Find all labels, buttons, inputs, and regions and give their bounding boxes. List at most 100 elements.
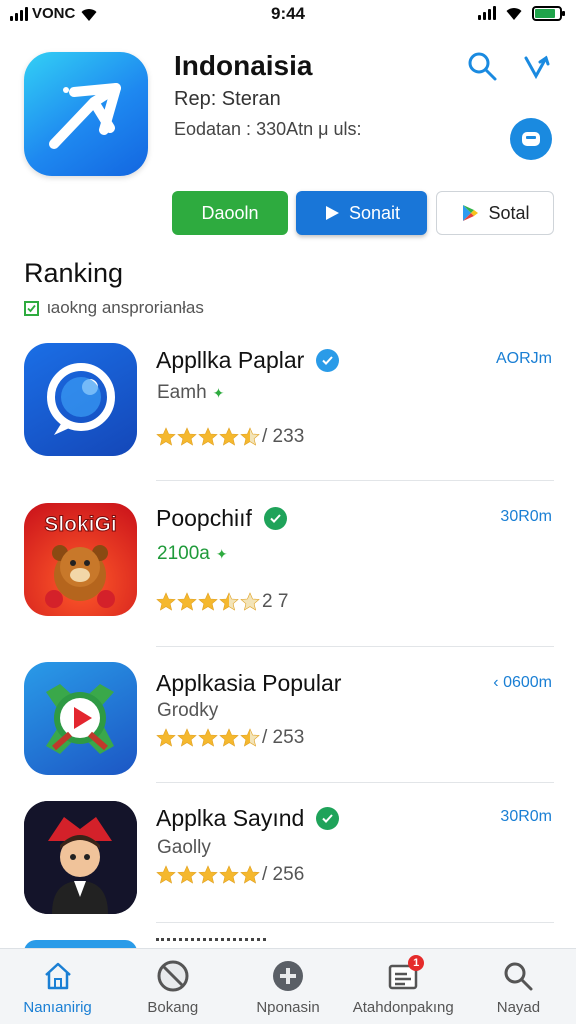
- star-rating: [156, 865, 260, 885]
- tab-updates[interactable]: 1 Atahdonpakıng: [346, 949, 461, 1024]
- star-icon: [219, 865, 239, 884]
- app-size: AORJm: [496, 350, 552, 367]
- chat-icon: [522, 132, 540, 146]
- star-icon: [198, 592, 218, 611]
- chat-button[interactable]: [510, 118, 552, 160]
- notification-badge: 1: [408, 955, 425, 971]
- tab-label: Nayad: [496, 999, 541, 1016]
- play-button-label: Sonait: [348, 202, 401, 223]
- tab-ranking[interactable]: Nanıanirig: [0, 949, 115, 1024]
- tab-label: Atahdonpakıng: [352, 999, 454, 1016]
- battery-icon: [532, 5, 565, 21]
- app-name-text: Appllka Paplar: [156, 347, 305, 373]
- divider: [156, 646, 554, 647]
- rating-count: / 256: [262, 864, 305, 885]
- app-icon-chat: [24, 343, 137, 456]
- app-meta: Eodatan : 330Atn μ uls:: [174, 119, 362, 139]
- download-button-label: Daooln: [201, 202, 259, 223]
- star-icon: [198, 865, 218, 884]
- section-subtitle-text: ιaokng ansprorianłas: [47, 298, 204, 317]
- star-icon: [219, 592, 239, 611]
- star-icon: [177, 592, 197, 611]
- divider: [156, 480, 554, 481]
- app-icon-play: [24, 662, 137, 775]
- star-icon: [156, 427, 176, 446]
- sparkle-icon: ✦: [215, 545, 228, 562]
- app-size: 30R0m: [500, 508, 552, 525]
- block-icon: [156, 959, 190, 993]
- tab-label: Nponasin: [256, 999, 320, 1016]
- star-icon: [177, 728, 197, 747]
- app-category: Grodky: [157, 700, 218, 722]
- app-title: Indonaisia: [174, 50, 313, 81]
- app-icon: [24, 52, 148, 176]
- section-subtitle: ιaokng ansprorianłas: [24, 298, 204, 318]
- star-icon: [198, 728, 218, 747]
- app-icon-bear: SlokiGi: [24, 503, 137, 616]
- app-icon-label: SlokiGi: [44, 513, 117, 537]
- rating-count: / 253: [262, 727, 305, 748]
- star-icon: [177, 427, 197, 446]
- app-developer: Rep: Steran: [174, 88, 281, 110]
- app-name: Applkasia Popular: [156, 670, 341, 697]
- list-item[interactable]: SlokiGi Poopchiıf 2100a ✦ 2 7 30R0m: [0, 497, 576, 647]
- status-right: [478, 5, 565, 21]
- star-icon: [177, 865, 197, 884]
- list-item[interactable]: Appllka Paplar Eamh ✦ / 233 AORJm: [0, 336, 576, 486]
- search-icon: [501, 959, 535, 993]
- star-rating: [156, 592, 260, 612]
- cell-signal-icon: [478, 6, 496, 20]
- app-name-partial: [156, 938, 266, 946]
- app-name: Applka Sayınd: [156, 805, 340, 832]
- search-button[interactable]: [464, 48, 500, 84]
- star-icon: [240, 427, 260, 446]
- tab-label: Nanıanirig: [23, 999, 92, 1016]
- app-rating: / 233: [156, 426, 304, 448]
- app-category-text: 2100a: [157, 543, 210, 564]
- app-category-text: Eamh: [157, 382, 207, 403]
- app-rating: 2 7: [156, 591, 288, 613]
- home-icon: [41, 959, 75, 993]
- list-item[interactable]: Applka Sayınd Gaolly / 256 30R0m: [0, 798, 576, 948]
- status-bar: VONC 9:44: [0, 0, 576, 30]
- tab-nponasin[interactable]: Nponasin: [230, 949, 345, 1024]
- verified-icon: [263, 507, 287, 530]
- arrow-logo-icon: [49, 83, 121, 149]
- tab-label: Bokang: [147, 999, 199, 1016]
- section-title: Ranking: [24, 258, 124, 288]
- play-button[interactable]: Sonait: [296, 191, 427, 235]
- rating-count: / 233: [262, 426, 305, 447]
- rating-count: 2 7: [262, 591, 289, 612]
- plus-icon: [271, 959, 305, 993]
- app-rating: / 256: [156, 864, 304, 886]
- play-icon: [325, 206, 339, 220]
- app-category: 2100a ✦: [157, 543, 228, 565]
- verified-icon: [316, 349, 340, 372]
- store-button[interactable]: Sotal: [436, 191, 554, 235]
- share-arrow-icon: [524, 55, 550, 80]
- wifi-icon: [506, 8, 522, 20]
- tab-search[interactable]: Nayad: [461, 949, 576, 1024]
- tab-bokang[interactable]: Bokang: [115, 949, 230, 1024]
- app-name: Poopchiıf: [156, 505, 287, 532]
- app-name: Appllka Paplar: [156, 347, 340, 374]
- list-item[interactable]: Applkasia Popular Grodky / 253 ‹ 0600m: [0, 660, 576, 810]
- app-category-text: Grodky: [157, 700, 219, 721]
- share-button[interactable]: [518, 48, 554, 84]
- play-store-icon: [463, 205, 479, 221]
- star-icon: [156, 865, 176, 884]
- verified-icon: [316, 807, 340, 830]
- star-rating: [156, 728, 260, 748]
- app-category-text: Gaolly: [157, 837, 211, 858]
- app-icon-character: [24, 801, 137, 914]
- app-size: ‹ 0600m: [493, 674, 552, 691]
- star-icon: [240, 728, 260, 747]
- app-size: 30R0m: [500, 808, 552, 825]
- star-icon: [219, 728, 239, 747]
- tab-bar: Nanıanirig Bokang Nponasin 1 Atahdonpakı…: [0, 948, 576, 1024]
- divider: [156, 922, 554, 923]
- search-icon: [468, 52, 497, 81]
- app-name-text: Applka Sayınd: [156, 805, 305, 831]
- star-icon: [240, 865, 260, 884]
- download-button[interactable]: Daooln: [172, 191, 288, 235]
